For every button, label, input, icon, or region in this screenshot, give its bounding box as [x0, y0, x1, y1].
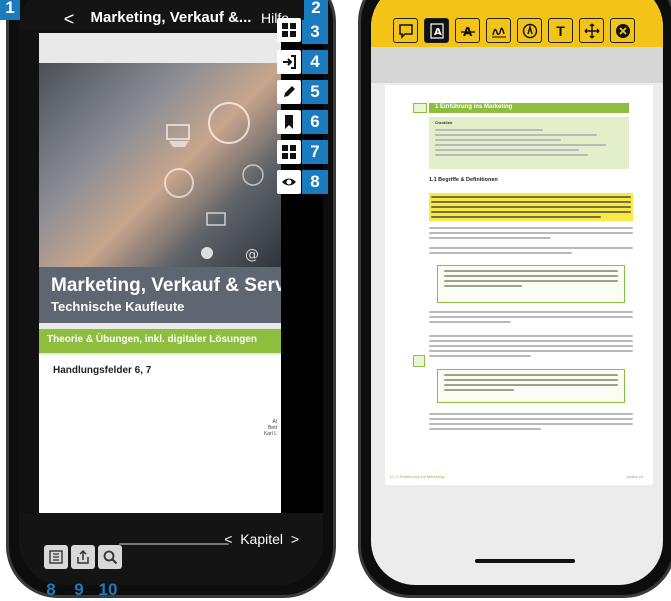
quote-box-1 [437, 265, 625, 303]
badge-6: 6 [302, 110, 328, 134]
previous-chapter-button[interactable]: < [224, 531, 232, 547]
grid-icon [282, 145, 296, 159]
share-icon [77, 549, 89, 564]
table-of-contents-button[interactable] [44, 545, 68, 569]
page-footer-right: strabs.ch [626, 474, 643, 479]
text-tool[interactable]: T [548, 18, 573, 43]
cover-green-bar: Theorie & Übungen, inkl. digitaler Lösun… [39, 329, 281, 353]
move-icon [584, 23, 599, 38]
badge-8-right: 8 [302, 170, 328, 194]
home-indicator[interactable] [475, 559, 575, 563]
annotation-toolbar: A A T [371, 0, 663, 47]
cover-title: Marketing, Verkauf & Servic [51, 275, 281, 296]
strikethrough-icon: A [460, 25, 475, 39]
eye-icon [282, 178, 296, 186]
bookmark-button[interactable] [277, 110, 301, 134]
pen-tool[interactable] [517, 18, 542, 43]
badge-9: 9 [74, 580, 84, 599]
gray-margin [371, 47, 663, 83]
export-button[interactable] [277, 50, 301, 74]
checklist-lines [435, 129, 615, 159]
search-button[interactable] [98, 545, 122, 569]
chapter-navigation[interactable]: < Kapitel > [224, 531, 299, 547]
strikethrough-tool[interactable]: A [455, 18, 480, 43]
badge-7: 7 [302, 140, 328, 164]
signature-tool[interactable] [486, 18, 511, 43]
screenshot: < Marketing, Verkauf &... Hilfe @ Market… [0, 0, 671, 601]
visibility-button[interactable] [277, 170, 301, 194]
page-scrubber[interactable] [119, 543, 229, 545]
highlighted-paragraph[interactable] [429, 193, 633, 221]
author: Karl L [263, 431, 277, 437]
page-footer: 12 | 1 Einführung ins Marketing [389, 474, 445, 479]
badge-2: 2 [304, 0, 328, 20]
pencil-icon [284, 86, 295, 97]
text-select-tool[interactable]: A [424, 18, 449, 43]
move-tool[interactable] [579, 18, 604, 43]
checklist-box: Checkliste [429, 117, 629, 169]
share-button[interactable] [71, 545, 95, 569]
paragraph-3 [429, 311, 633, 326]
badge-5: 5 [302, 80, 328, 104]
cover-photo: @ [39, 63, 281, 267]
close-tool[interactable] [610, 18, 635, 43]
paragraph-2 [429, 247, 633, 257]
paragraph-1 [429, 227, 633, 242]
cover-graphic: @ [164, 102, 264, 263]
book-cover: @ Marketing, Verkauf & Servic Technische… [39, 33, 281, 513]
svg-text:@: @ [245, 247, 259, 263]
signature-icon [491, 26, 506, 37]
badge-3: 3 [302, 20, 328, 44]
svg-text:A: A [434, 27, 442, 38]
badge-8-bottom: 8 [46, 580, 56, 599]
cover-title-banner: Marketing, Verkauf & Servic Technische K… [39, 267, 281, 323]
annotate-button[interactable] [277, 80, 301, 104]
cover-lower [39, 355, 281, 513]
close-icon [615, 23, 630, 38]
overview-button[interactable] [277, 140, 301, 164]
chapter-label: Kapitel [240, 531, 284, 547]
handlungsfelder: Handlungsfelder 6, 7 [53, 365, 152, 376]
badge-1: 1 [0, 0, 20, 20]
export-icon [283, 55, 296, 69]
document-page: 1 Einführung ins Marketing Checkliste 1.… [385, 85, 653, 485]
pages-icon [282, 23, 296, 37]
comment-tool[interactable] [393, 18, 418, 43]
badge-10: 10 [98, 580, 118, 599]
chapter-title: 1 Einführung ins Marketing [435, 104, 513, 110]
pages-button[interactable] [277, 18, 301, 42]
paragraph-4 [429, 335, 633, 360]
text-select-icon: A [429, 22, 444, 39]
search-icon [103, 550, 118, 565]
annotation-tools: A A T [393, 18, 635, 43]
phone-annotate: A A T 1 Einführung ins Marketing Checkli… [358, 0, 671, 598]
list-icon [49, 550, 63, 564]
cover-subtitle: Technische Kaufleute [51, 299, 185, 314]
section-heading: 1.1 Begriffe & Definitionen [429, 177, 498, 183]
quote-box-2 [437, 369, 625, 403]
annotate-screen: A A T 1 Einführung ins Marketing Checkli… [371, 0, 663, 585]
badge-4: 4 [302, 50, 328, 74]
authors: Al Bett Karl L [264, 419, 277, 437]
bookmark-icon [285, 115, 293, 129]
pen-circle-icon [522, 23, 537, 38]
note-icon [413, 355, 425, 367]
next-chapter-button[interactable]: > [291, 531, 299, 547]
checklist-title: Checkliste [435, 121, 453, 125]
book-icon [413, 103, 427, 113]
paragraph-5 [429, 413, 633, 433]
cover-green-text: Theorie & Übungen, inkl. digitaler Lösun… [47, 334, 258, 345]
comment-icon [398, 23, 413, 39]
